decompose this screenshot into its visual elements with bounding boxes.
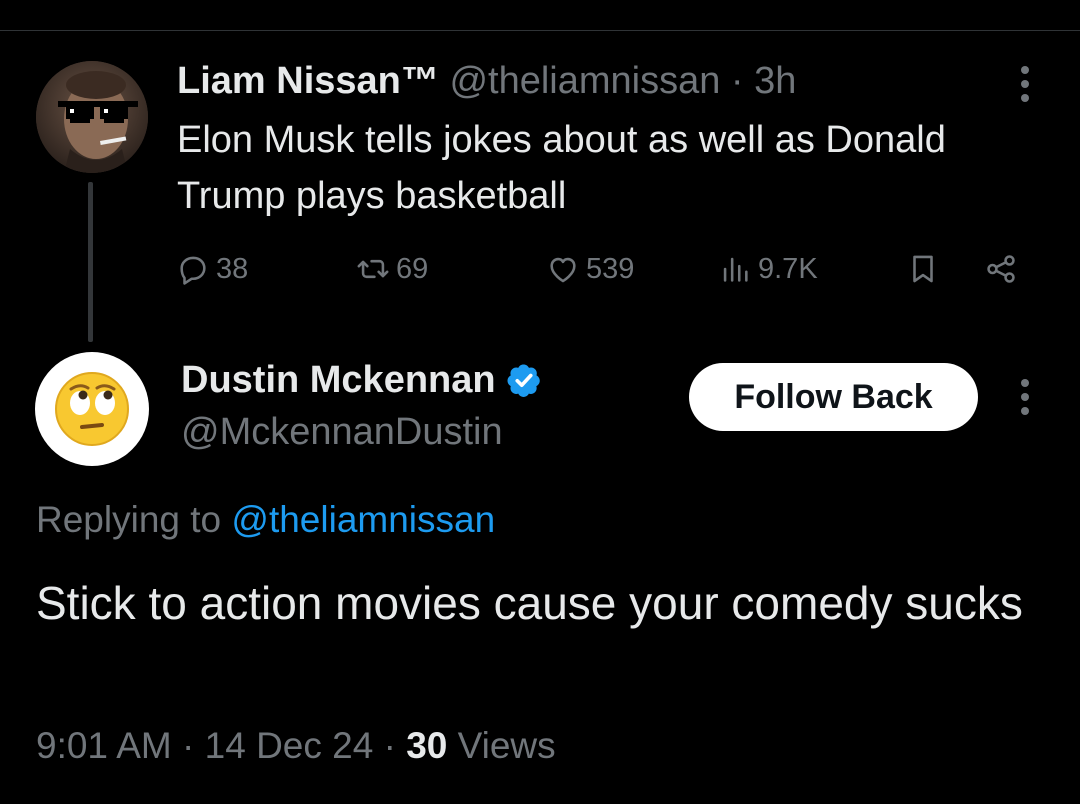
- share-button[interactable]: [984, 246, 1018, 292]
- reply-button[interactable]: 38: [176, 246, 248, 292]
- reply-more-options-icon[interactable]: [1010, 375, 1040, 419]
- like-icon: [550, 257, 576, 283]
- reply-author-row: Dustin Mckennan: [181, 356, 542, 404]
- dustin-mckennan-avatar[interactable]: [35, 352, 149, 466]
- reply-tweet-text: Stick to action movies cause your comedy…: [36, 577, 1023, 629]
- repost-icon: [357, 259, 389, 279]
- bookmark-icon: [913, 255, 933, 283]
- replying-to-label: Replying to: [36, 499, 222, 540]
- views-count: 9.7K: [758, 252, 818, 285]
- parent-author-handle[interactable]: @theliamnissan: [449, 60, 720, 102]
- reply-author-name[interactable]: Dustin Mckennan: [181, 356, 496, 404]
- parent-tweet-header: Liam Nissan™ @theliamnissan · 3h: [177, 58, 796, 104]
- parent-time-ago[interactable]: 3h: [754, 60, 796, 102]
- bookmark-button[interactable]: [906, 246, 940, 292]
- top-divider: [0, 30, 1080, 31]
- parent-tweet-text: Elon Musk tells jokes about as well as D…: [177, 119, 946, 217]
- header-separator: ·: [730, 60, 744, 102]
- reply-timestamp[interactable]: 9:01 AM · 14 Dec 24 ·: [36, 725, 396, 766]
- reply-author-handle[interactable]: @MckennanDustin: [181, 408, 503, 456]
- replying-to-line: Replying to @theliamnissan: [36, 496, 495, 544]
- views-icon: [723, 257, 748, 282]
- replying-to-mention-link[interactable]: @theliamnissan: [231, 499, 495, 540]
- follow-back-button[interactable]: Follow Back: [689, 363, 978, 431]
- reply-timestamp-line: 9:01 AM · 14 Dec 24 · 30 Views: [36, 720, 556, 772]
- parent-author-name[interactable]: Liam Nissan™: [177, 60, 439, 102]
- like-count: 539: [586, 252, 635, 285]
- reply-icon: [180, 256, 206, 285]
- views-button[interactable]: 9.7K: [718, 246, 818, 292]
- share-icon: [987, 255, 1015, 283]
- reply-views-count: 30: [406, 725, 448, 766]
- parent-action-bar: 38 69 539 9.7K: [0, 246, 1080, 292]
- like-button[interactable]: 539: [546, 246, 634, 292]
- reply-views-label: Views: [457, 725, 556, 766]
- liam-nissan-avatar[interactable]: [36, 61, 148, 173]
- reply-count: 38: [216, 252, 249, 285]
- parent-more-options-icon[interactable]: [1010, 62, 1040, 106]
- repost-button[interactable]: 69: [356, 246, 428, 292]
- repost-count: 69: [396, 252, 429, 285]
- verified-badge-icon: [507, 364, 540, 397]
